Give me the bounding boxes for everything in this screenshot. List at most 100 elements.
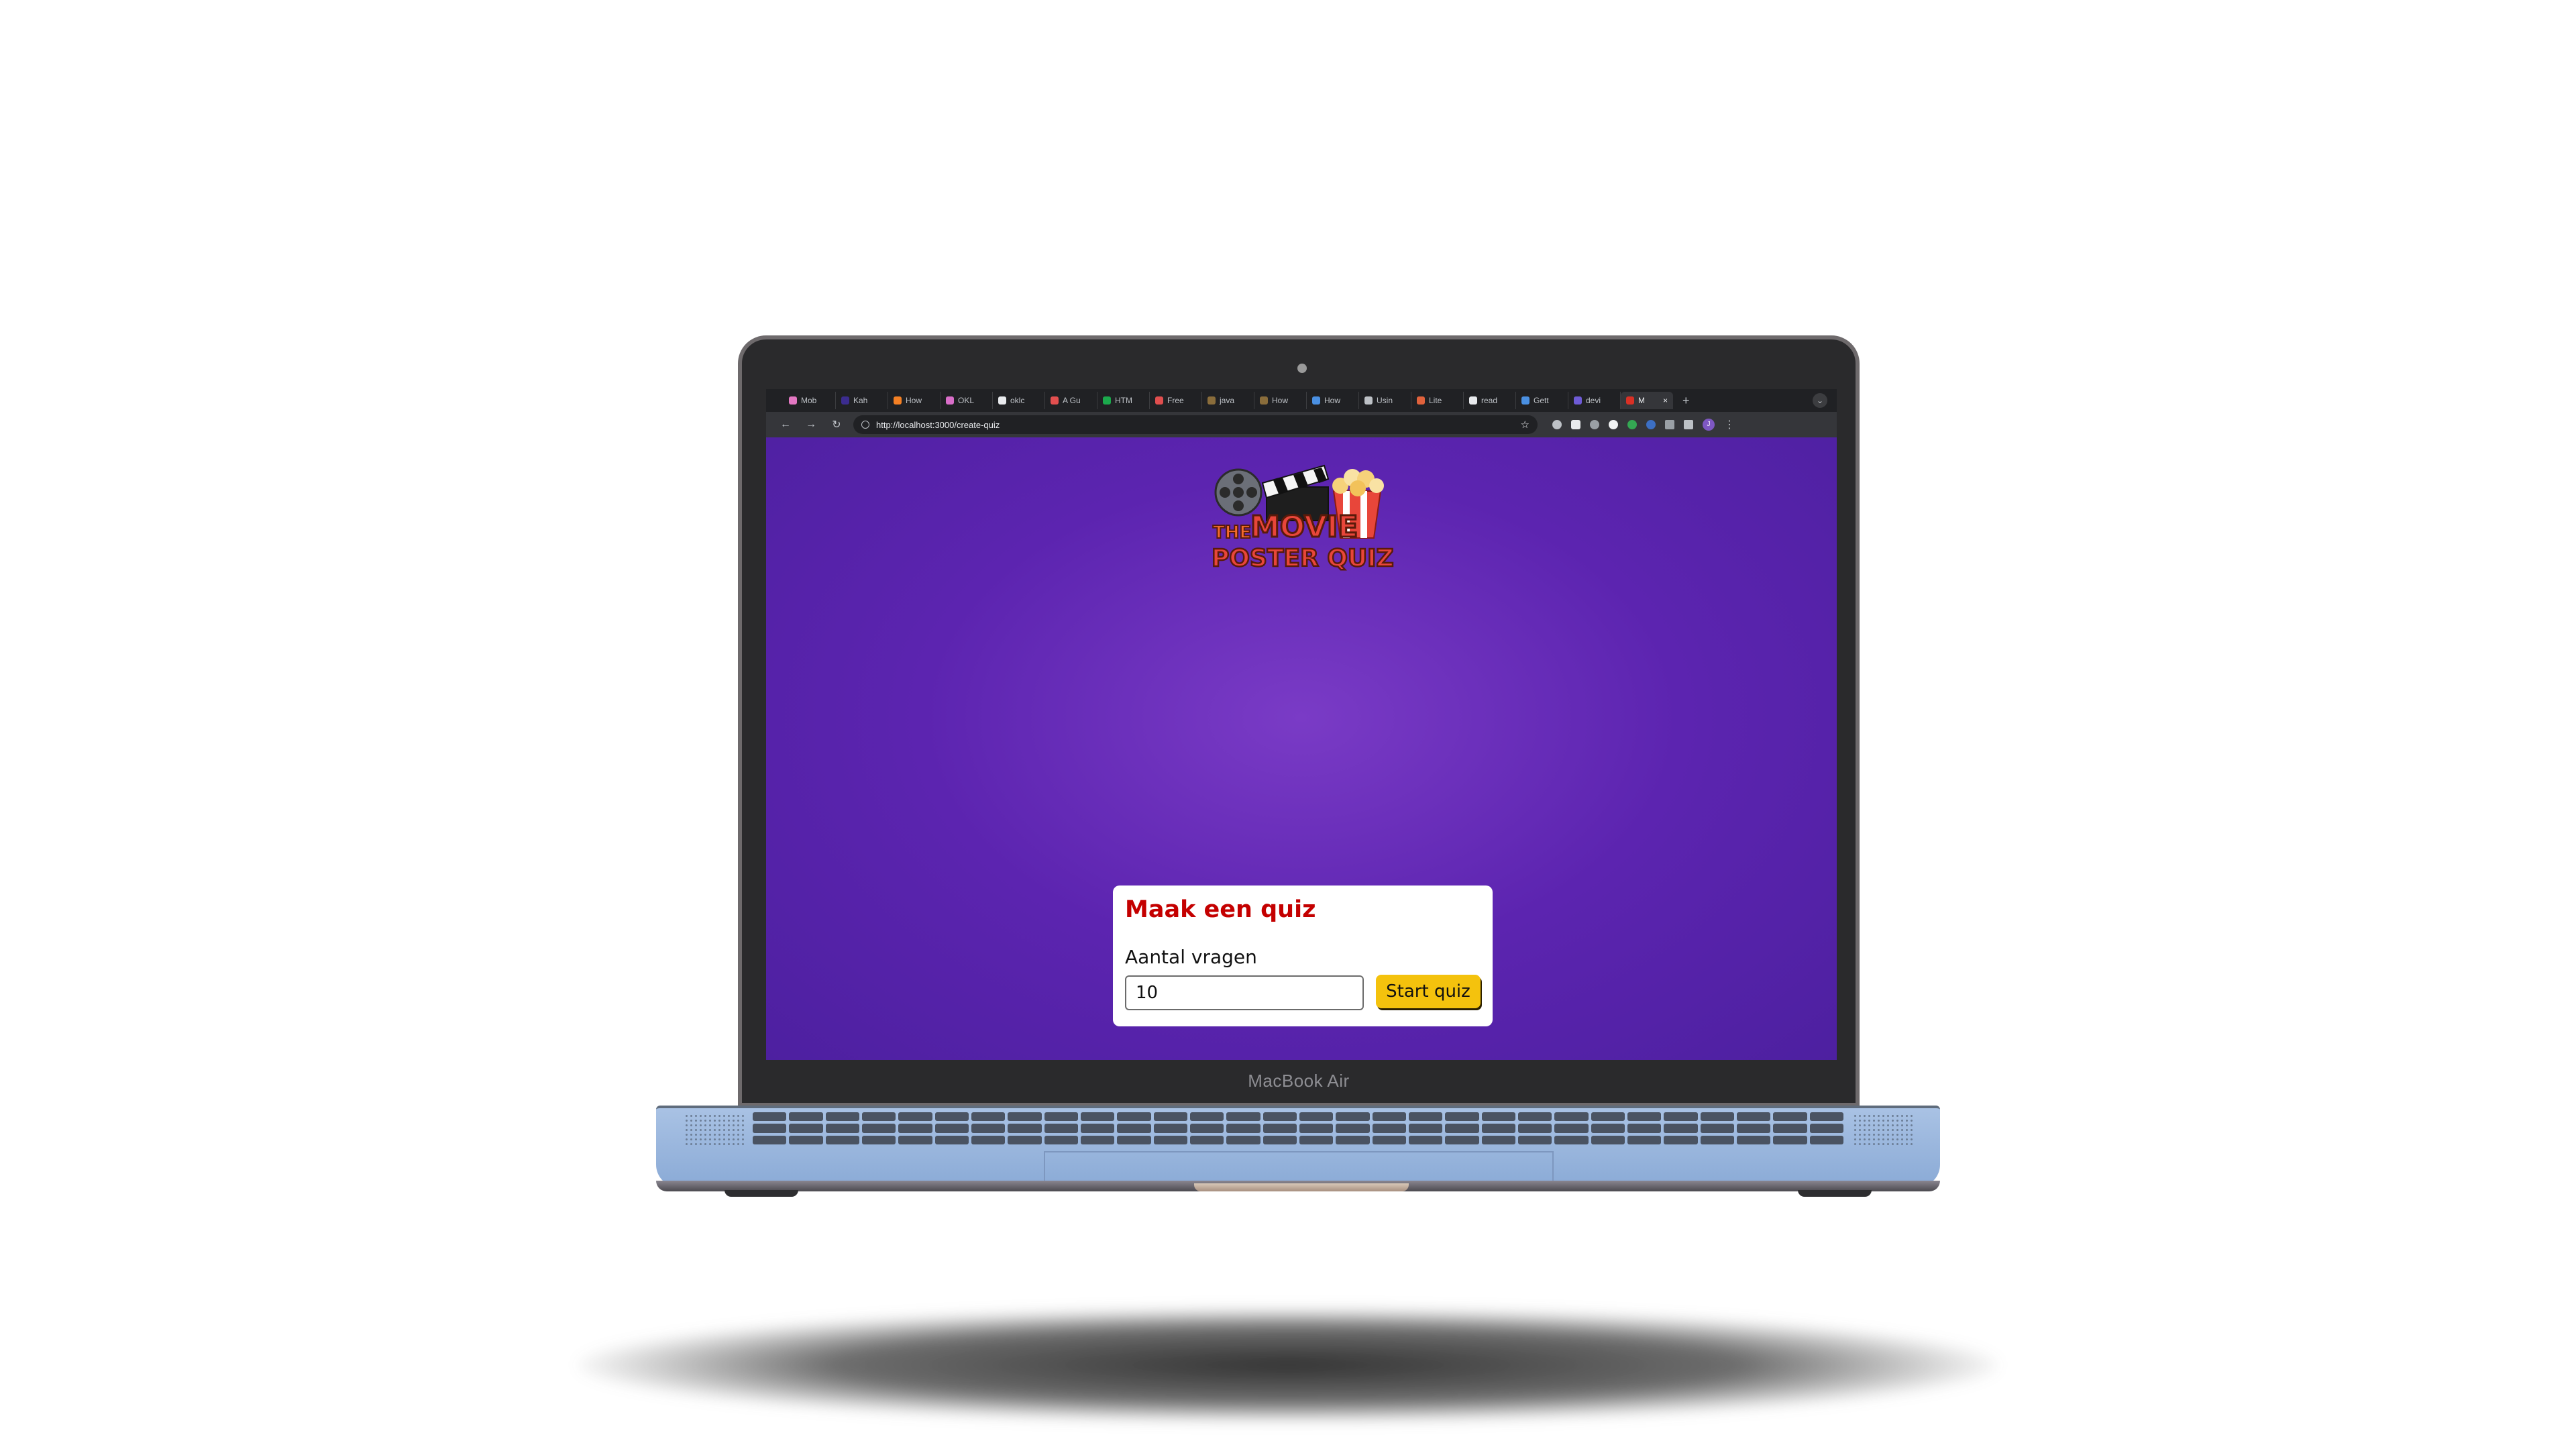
- tab-label: OKL: [958, 396, 975, 405]
- browser-tab[interactable]: Mob: [784, 392, 836, 409]
- tab-label: Free: [1167, 396, 1184, 405]
- keyboard-key: [1773, 1112, 1807, 1122]
- browser-tab[interactable]: OKL: [941, 392, 993, 409]
- keyboard-key: [1189, 1124, 1224, 1133]
- keyboard-key: [789, 1135, 823, 1144]
- tab-label: devi: [1586, 396, 1601, 405]
- keyboard-key: [1336, 1135, 1370, 1144]
- browser-tab[interactable]: oklc: [993, 392, 1045, 409]
- browser-tab[interactable]: Kah: [836, 392, 888, 409]
- keyboard-key: [861, 1112, 896, 1122]
- keyboard-key: [1263, 1135, 1297, 1144]
- keyboard-key: [1445, 1112, 1479, 1122]
- browser-tab[interactable]: read: [1464, 392, 1516, 409]
- profile-avatar[interactable]: J: [1703, 419, 1715, 431]
- keyboard-key: [1263, 1124, 1297, 1133]
- extension-icon[interactable]: [1590, 420, 1599, 429]
- tab-search-icon[interactable]: ⌄: [1813, 393, 1827, 408]
- speaker-grille-right: [1853, 1114, 1913, 1146]
- keyboard-key: [1481, 1135, 1515, 1144]
- browser-tab[interactable]: Usin: [1359, 392, 1411, 409]
- forward-icon[interactable]: →: [798, 419, 824, 431]
- keyboard-key: [825, 1135, 859, 1144]
- tab-favicon-icon: [998, 396, 1006, 405]
- bookmark-star-icon[interactable]: ☆: [1521, 419, 1529, 431]
- keyboard-key: [1664, 1124, 1698, 1133]
- browser-tab[interactable]: How: [1307, 392, 1359, 409]
- keyboard-key: [1627, 1112, 1662, 1122]
- browser-tab[interactable]: How: [888, 392, 941, 409]
- tab-label: Kah: [853, 396, 868, 405]
- keyboard-key: [1700, 1124, 1734, 1133]
- keyboard-key: [1445, 1124, 1479, 1133]
- browser-tab[interactable]: Gett: [1516, 392, 1568, 409]
- tab-favicon-icon: [789, 396, 797, 405]
- extension-icon[interactable]: [1646, 420, 1656, 429]
- keyboard-key: [1008, 1124, 1042, 1133]
- tab-label: How: [1272, 396, 1289, 405]
- tab-favicon-icon: [894, 396, 902, 405]
- keyboard-key: [1336, 1112, 1370, 1122]
- keyboard-key: [825, 1112, 859, 1122]
- keyboard-key: [1372, 1112, 1406, 1122]
- start-quiz-button[interactable]: Start quiz: [1376, 975, 1481, 1008]
- keyboard-key: [934, 1135, 969, 1144]
- close-tab-icon[interactable]: ×: [1663, 396, 1668, 405]
- browser-tab[interactable]: Lite: [1411, 392, 1464, 409]
- keyboard-key: [1372, 1124, 1406, 1133]
- new-tab-button[interactable]: +: [1682, 394, 1690, 408]
- reload-icon[interactable]: ↻: [824, 418, 849, 431]
- keyboard-key: [934, 1112, 969, 1122]
- browser-tab[interactable]: HTM: [1097, 392, 1150, 409]
- trackpad: [1044, 1151, 1554, 1185]
- extension-icon[interactable]: [1627, 420, 1637, 429]
- keyboard-key: [789, 1124, 823, 1133]
- keyboard-key: [1445, 1135, 1479, 1144]
- tab-favicon-icon: [1469, 396, 1477, 405]
- back-icon[interactable]: ←: [773, 419, 798, 431]
- keyboard-key: [1226, 1124, 1260, 1133]
- keyboard-key: [1554, 1112, 1589, 1122]
- extension-icon[interactable]: [1571, 420, 1580, 429]
- browser-tab[interactable]: java: [1202, 392, 1254, 409]
- laptop-foot: [724, 1190, 798, 1197]
- keyboard-key: [1591, 1112, 1625, 1122]
- keyboard-key: [1080, 1124, 1115, 1133]
- extension-icon[interactable]: [1609, 420, 1618, 429]
- keyboard-key: [789, 1112, 823, 1122]
- keyboard-key: [753, 1112, 787, 1122]
- keyboard-key: [1554, 1124, 1589, 1133]
- webcam: [1297, 364, 1307, 373]
- browser-tab[interactable]: M ×: [1621, 392, 1673, 409]
- browser-tab[interactable]: A Gu: [1045, 392, 1097, 409]
- tab-label: How: [1324, 396, 1341, 405]
- question-count-input[interactable]: [1125, 975, 1364, 1010]
- browser-tab[interactable]: How: [1254, 392, 1307, 409]
- site-info-icon[interactable]: [861, 421, 869, 429]
- keyboard-key: [1117, 1135, 1151, 1144]
- keyboard-key: [1372, 1135, 1406, 1144]
- tab-label: Mob: [801, 396, 817, 405]
- logo-text-the: THE: [1213, 523, 1251, 543]
- extension-icon[interactable]: [1552, 420, 1562, 429]
- keyboard-key: [1153, 1135, 1187, 1144]
- tab-favicon-icon: [1155, 396, 1163, 405]
- browser-tab[interactable]: Free: [1150, 392, 1202, 409]
- address-bar[interactable]: http://localhost:3000/create-quiz ☆: [853, 415, 1538, 434]
- logo-text-movie: MOVIE: [1250, 510, 1358, 544]
- keyboard-key: [861, 1124, 896, 1133]
- tab-label: Lite: [1429, 396, 1442, 405]
- keyboard: [753, 1112, 1843, 1144]
- keyboard-key: [898, 1112, 932, 1122]
- download-icon[interactable]: [1684, 420, 1693, 429]
- keyboard-key: [1809, 1112, 1843, 1122]
- browser-tab[interactable]: devi: [1568, 392, 1621, 409]
- tab-favicon-icon: [1260, 396, 1268, 405]
- lid-opening-notch: [1194, 1183, 1409, 1191]
- keyboard-key: [1299, 1124, 1334, 1133]
- keyboard-key: [898, 1135, 932, 1144]
- tab-favicon-icon: [1417, 396, 1425, 405]
- extensions-puzzle-icon[interactable]: [1665, 420, 1674, 429]
- tab-favicon-icon: [1521, 396, 1529, 405]
- menu-kebab-icon[interactable]: ⋮: [1724, 418, 1735, 431]
